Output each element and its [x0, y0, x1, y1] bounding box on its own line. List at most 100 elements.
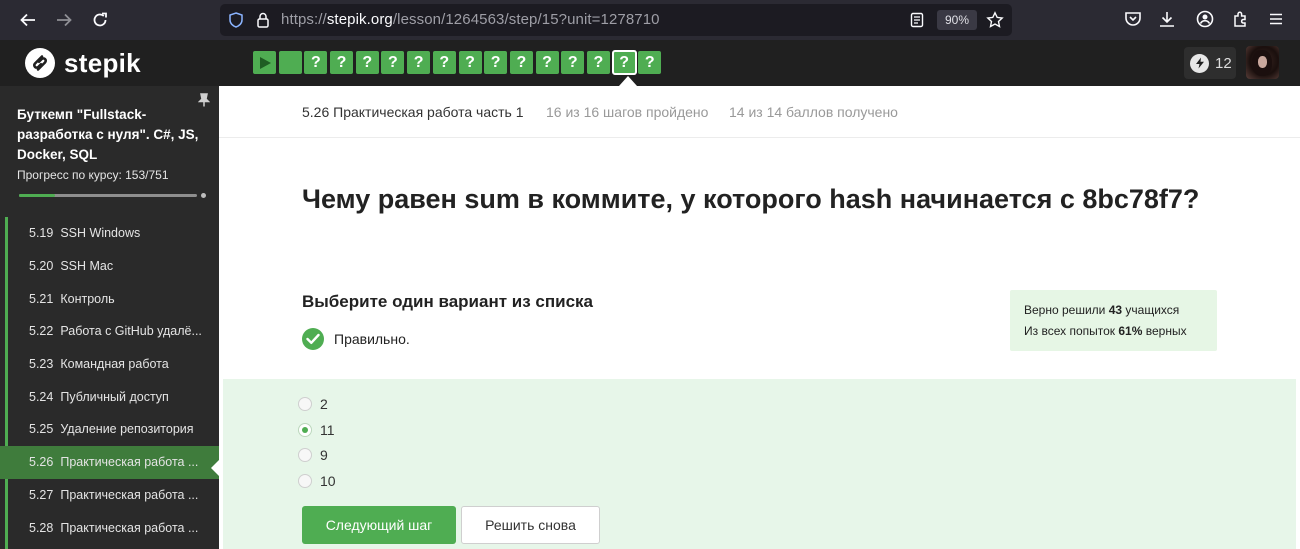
stepik-logo[interactable]: stepik	[25, 48, 141, 78]
course-progress-fill	[19, 194, 56, 197]
lesson-title: Удаление репозитория	[60, 422, 194, 437]
question-mark-icon: ?	[644, 53, 655, 71]
sidebar-lesson-item[interactable]: 5.28 Практическая работа ...	[0, 511, 219, 544]
zoom-level[interactable]: 90%	[937, 10, 977, 30]
question-mark-icon: ?	[362, 53, 373, 71]
lesson-title: Контроль	[60, 291, 115, 306]
account-icon[interactable]	[1196, 10, 1214, 28]
reader-view-icon[interactable]	[910, 12, 924, 28]
step-quiz-button[interactable]: ?	[304, 51, 328, 74]
step-quiz-button[interactable]: ?	[611, 50, 637, 75]
lesson-number: 5.25	[29, 422, 54, 437]
next-step-button[interactable]: Следующий шаг	[302, 506, 456, 544]
course-progress-bar	[19, 194, 197, 197]
step-quiz-button[interactable]: ?	[381, 51, 405, 74]
lesson-number: 5.24	[29, 389, 54, 404]
question-mark-icon: ?	[567, 53, 578, 71]
step-navigation: ??????????????	[253, 50, 664, 75]
option-label: 10	[320, 473, 336, 489]
browser-toolbar: https://stepik.org/lesson/1264563/step/1…	[0, 0, 1300, 40]
forward-button[interactable]	[53, 9, 75, 31]
user-avatar[interactable]	[1246, 46, 1279, 79]
sidebar-lesson-item[interactable]: 5.22 Работа с GitHub удалё...	[0, 315, 219, 348]
lesson-number: 5.22	[29, 324, 54, 339]
lesson-number: 5.19	[29, 226, 54, 241]
sidebar-lesson-item[interactable]: 5.21 Контроль	[0, 282, 219, 315]
sidebar-lesson-item[interactable]: 5.19 SSH Windows	[0, 217, 219, 250]
url-bar[interactable]: https://stepik.org/lesson/1264563/step/1…	[220, 4, 1012, 36]
step-quiz-button[interactable]: ?	[330, 51, 354, 74]
question-mark-icon: ?	[465, 53, 475, 71]
step-quiz-button[interactable]: ?	[458, 51, 482, 74]
radio-button[interactable]	[298, 474, 312, 488]
sidebar-lesson-item[interactable]: 5.20 SSH Mac	[0, 250, 219, 283]
solve-stats: Верно решили 43 учащихся Из всех попыток…	[1010, 290, 1217, 351]
correct-feedback: Правильно.	[302, 328, 410, 350]
sidebar-lesson-item[interactable]: 5.26 Практическая работа ...	[0, 445, 219, 479]
question-mark-icon: ?	[310, 53, 321, 71]
step-quiz-button[interactable]: ?	[355, 51, 379, 74]
radio-button[interactable]	[298, 397, 312, 411]
lesson-title: Практическая работа ...	[60, 487, 199, 502]
url-text[interactable]: https://stepik.org/lesson/1264563/step/1…	[281, 11, 660, 28]
correct-text: Правильно.	[334, 331, 410, 347]
stats-accuracy: Из всех попыток 61% верных	[1024, 324, 1187, 338]
step-title: 5.26 Практическая работа часть 1	[302, 104, 524, 120]
menu-icon[interactable]	[1267, 10, 1285, 28]
bookmark-star-icon[interactable]	[986, 11, 1004, 29]
extensions-icon[interactable]	[1232, 10, 1250, 28]
pocket-icon[interactable]	[1124, 10, 1142, 28]
question-mark-icon: ?	[413, 53, 424, 71]
answer-option[interactable]: 10	[298, 473, 336, 489]
step-video-button[interactable]	[253, 51, 276, 74]
lesson-number: 5.26	[29, 455, 54, 470]
course-title[interactable]: Буткемп "Fullstack-разработка с нуля". C…	[17, 105, 199, 165]
steps-passed: 16 из 16 шагов пройдено	[546, 104, 709, 120]
shield-icon[interactable]	[229, 12, 243, 28]
step-quiz-button[interactable]: ?	[535, 51, 559, 74]
lesson-title: Практическая работа ...	[60, 455, 199, 470]
step-quiz-button[interactable]: ?	[484, 51, 508, 74]
pin-icon[interactable]	[198, 93, 210, 107]
step-text-button[interactable]	[278, 51, 302, 74]
step-quiz-button[interactable]: ?	[561, 51, 585, 74]
back-button[interactable]	[17, 9, 39, 31]
step-quiz-button[interactable]: ?	[509, 51, 533, 74]
option-label: 11	[320, 422, 335, 438]
energy-button[interactable]: 12	[1184, 47, 1236, 79]
choose-label: Выберите один вариант из списка	[302, 292, 593, 311]
step-content: 5.26 Практическая работа часть 1 16 из 1…	[219, 86, 1300, 549]
answer-option[interactable]: 2	[298, 396, 328, 412]
logo-text: stepik	[64, 48, 141, 78]
radio-button[interactable]	[298, 423, 312, 437]
lightning-icon	[1190, 53, 1209, 73]
step-quiz-button[interactable]: ?	[407, 51, 431, 74]
stepik-logo-icon	[25, 48, 55, 78]
solve-again-button[interactable]: Решить снова	[461, 506, 600, 544]
sidebar-lesson-item[interactable]: 5.23 Командная работа	[0, 348, 219, 381]
lesson-number: 5.27	[29, 487, 54, 502]
check-icon	[302, 328, 324, 350]
step-quiz-button[interactable]: ?	[432, 51, 456, 74]
sidebar-lesson-item[interactable]: 5.25 Удаление репозитория	[0, 413, 219, 446]
course-sidebar: Буткемп "Fullstack-разработка с нуля". C…	[0, 86, 220, 549]
radio-button[interactable]	[298, 448, 312, 462]
sidebar-lesson-item[interactable]: 5.24 Публичный доступ	[0, 380, 219, 413]
progress-end-dot	[201, 193, 206, 198]
lesson-title: SSH Windows	[60, 226, 141, 241]
question-text: Чему равен sum в коммите, у которого has…	[302, 184, 1200, 214]
lock-icon[interactable]	[256, 12, 270, 28]
sidebar-lesson-item[interactable]: 5.27 Практическая работа ...	[0, 479, 219, 512]
lesson-number: 5.20	[29, 259, 54, 274]
question-mark-icon: ?	[336, 53, 347, 71]
arrow-left-icon	[20, 13, 35, 27]
arrow-right-icon	[57, 13, 72, 27]
question-mark-icon: ?	[388, 53, 398, 71]
question-mark-icon: ?	[490, 53, 501, 71]
step-quiz-button[interactable]: ?	[586, 51, 610, 74]
download-icon[interactable]	[1158, 10, 1176, 28]
reload-button[interactable]	[89, 9, 111, 31]
answer-option[interactable]: 11	[298, 422, 335, 438]
answer-option[interactable]: 9	[298, 447, 328, 463]
step-quiz-button[interactable]: ?	[638, 51, 662, 74]
